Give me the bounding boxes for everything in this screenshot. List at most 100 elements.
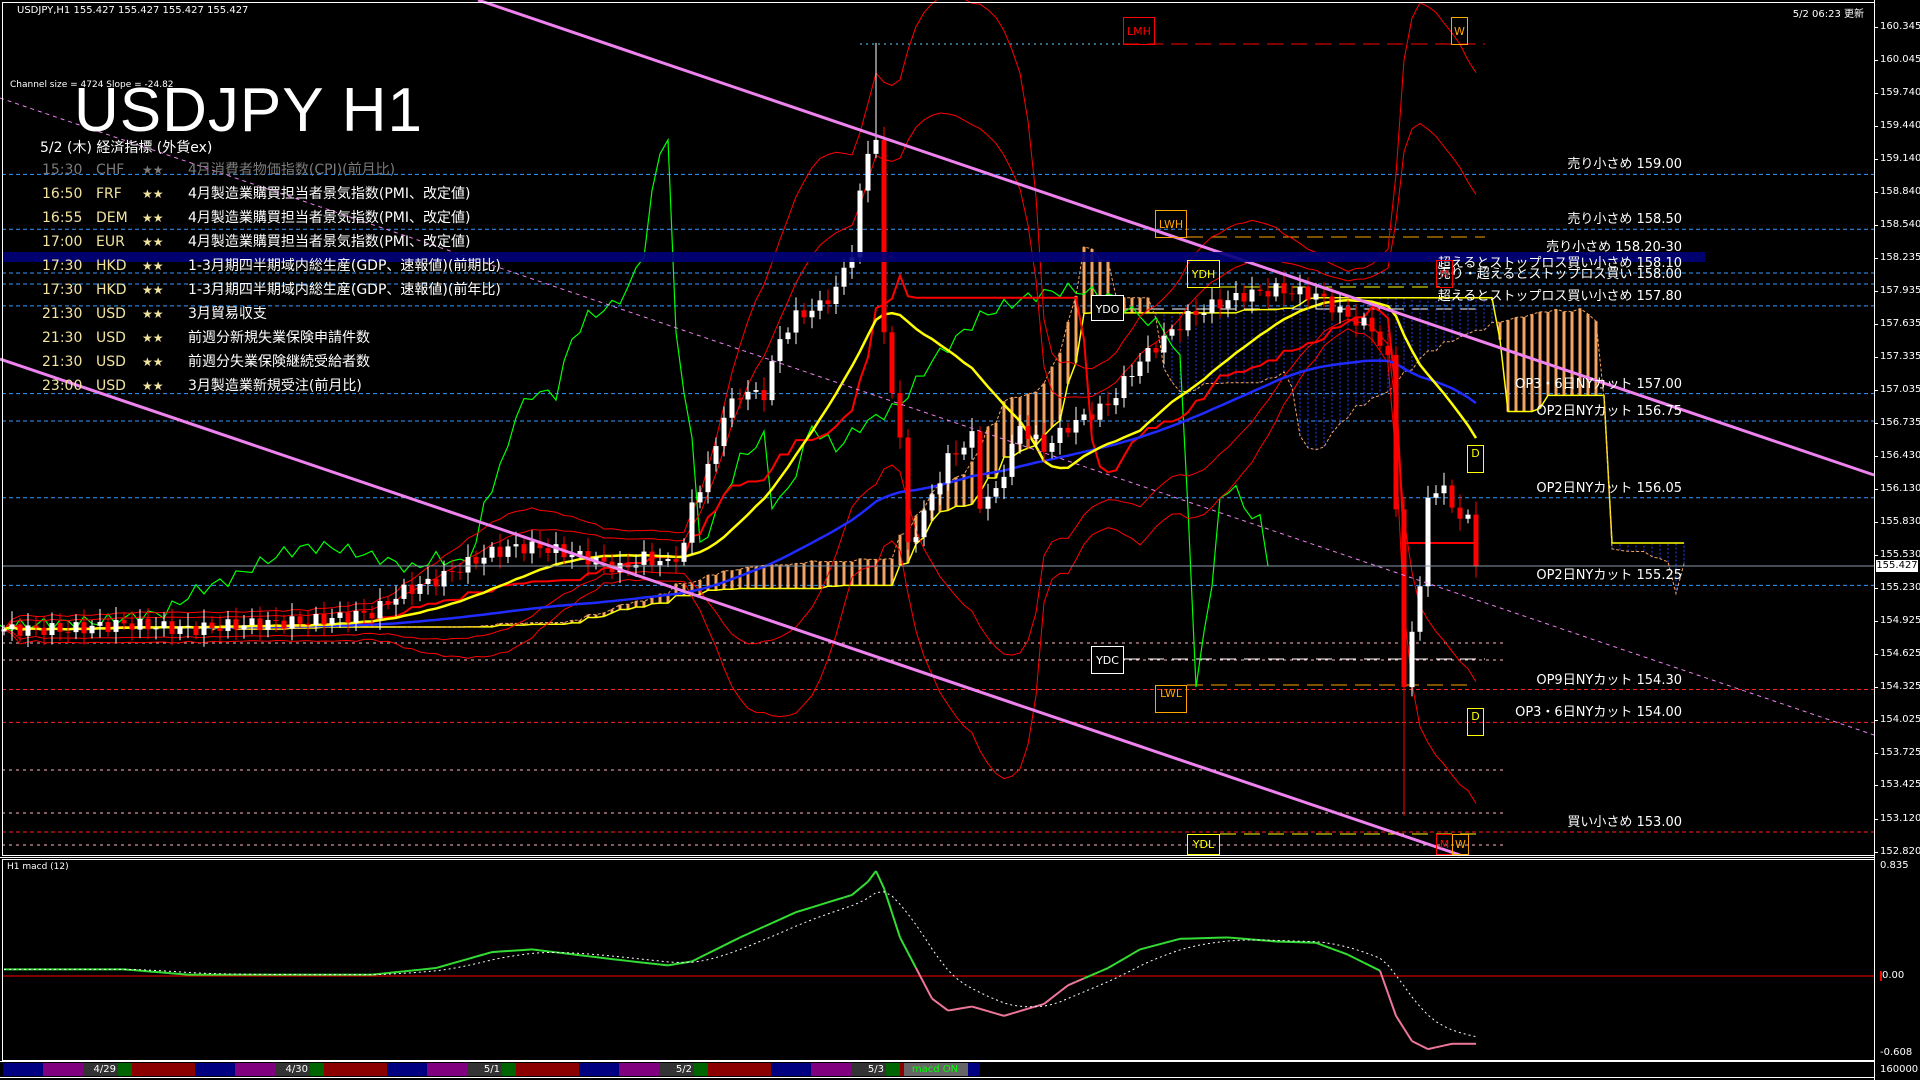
symbol-ohlc: USDJPY,H1 155.427 155.427 155.427 155.42… <box>17 5 248 16</box>
session-segment <box>195 1063 235 1076</box>
events-subtitle: 5/2 (木) 経済指標 (外貨ex) <box>40 137 212 157</box>
price-tick-label: 155.230 <box>1880 583 1920 593</box>
axis-tick-mark <box>1874 357 1878 358</box>
price-tick-label: 159.440 <box>1880 121 1920 131</box>
order-level-label: 売り小さめ 158.50 <box>1567 213 1682 227</box>
price-tick-label: 156.430 <box>1880 451 1920 461</box>
axis-tick-mark <box>1874 522 1878 523</box>
session-segment <box>502 1063 516 1076</box>
price-tick-label: 160.045 <box>1880 55 1920 65</box>
event-importance-stars: ★★ <box>142 160 164 180</box>
session-segment <box>3 1063 43 1076</box>
axis-tick-mark <box>1874 753 1878 754</box>
session-segment <box>427 1063 467 1076</box>
price-tick-label: 153.725 <box>1880 748 1920 758</box>
event-currency: USD <box>96 352 126 372</box>
session-segment <box>619 1063 659 1076</box>
event-currency: HKD <box>96 280 127 300</box>
price-tick-label: 156.130 <box>1880 484 1920 494</box>
axis-tick-mark <box>1874 126 1878 127</box>
price-tick-label: 159.140 <box>1880 154 1920 164</box>
session-segment <box>387 1063 427 1076</box>
price-tick-label: 157.035 <box>1880 385 1920 395</box>
session-segment <box>132 1063 195 1076</box>
macd-tick-zero: 0.00 <box>1880 971 1904 981</box>
session-segment <box>310 1063 324 1076</box>
marker-ydo: YDO <box>1091 295 1124 321</box>
price-tick-label: 158.235 <box>1880 253 1920 263</box>
session-segment <box>886 1063 900 1076</box>
order-level-label: 買い小さめ 153.00 <box>1567 816 1682 830</box>
event-currency: HKD <box>96 256 127 276</box>
event-currency: FRF <box>96 184 122 204</box>
session-date: 4/30 <box>275 1063 310 1076</box>
price-tick-label: 154.925 <box>1880 616 1920 626</box>
event-importance-stars: ★★ <box>142 352 164 372</box>
price-tick-label: 154.325 <box>1880 682 1920 692</box>
session-segment <box>579 1063 619 1076</box>
event-title: 4月製造業購買担当者景気指数(PMI、改定値) <box>188 232 470 252</box>
axis-tick-mark <box>1874 588 1878 589</box>
price-tick-label: 154.025 <box>1880 715 1920 725</box>
axis-tick-mark <box>1874 390 1878 391</box>
event-importance-stars: ★★ <box>142 328 164 348</box>
event-time: 17:00 <box>42 232 82 252</box>
event-currency: USD <box>96 376 126 396</box>
marker-ydh: YDH <box>1187 260 1220 288</box>
event-importance-stars: ★★ <box>142 280 164 300</box>
volume-scale-label: 160000 <box>1880 1065 1918 1075</box>
session-segment <box>968 1063 980 1076</box>
price-tick-label: 159.740 <box>1880 88 1920 98</box>
session-segment <box>771 1063 811 1076</box>
event-title: 3月貿易収支 <box>188 304 267 324</box>
order-level-label: 売り・超えるとストップロス買い 158.00 <box>1438 268 1682 282</box>
price-tick-label: 157.335 <box>1880 352 1920 362</box>
price-tick-label: 153.120 <box>1880 814 1920 824</box>
event-importance-stars: ★★ <box>142 256 164 276</box>
price-tick-label: 153.425 <box>1880 780 1920 790</box>
event-time: 21:30 <box>42 304 82 324</box>
marker-lmh: LMH <box>1123 17 1155 45</box>
big-title: USDJPY H1 <box>74 80 423 142</box>
event-time: 21:30 <box>42 328 82 348</box>
price-tick-label: 158.540 <box>1880 220 1920 230</box>
order-level-label: OP3・6日NYカット 157.00 <box>1515 378 1682 392</box>
session-date: 5/3 <box>851 1063 886 1076</box>
order-level-label: OP9日NYカット 154.30 <box>1536 674 1682 688</box>
event-title: 前週分新規失業保険申請件数 <box>188 328 370 348</box>
event-title: 4月製造業購買担当者景気指数(PMI、改定値) <box>188 208 470 228</box>
panel-divider[interactable] <box>0 857 1874 858</box>
marker-w-bottom: W <box>1452 834 1469 855</box>
marker-m-mid: M <box>1436 260 1453 288</box>
marker-w-top: W <box>1451 17 1468 45</box>
axis-tick-mark <box>1874 258 1878 259</box>
price-tick-label: 154.625 <box>1880 649 1920 659</box>
macd-toggle-button[interactable]: macd ON <box>904 1063 968 1076</box>
event-importance-stars: ★★ <box>142 304 164 324</box>
axis-tick-mark <box>1874 819 1878 820</box>
session-segment <box>235 1063 275 1076</box>
price-tick-label: 158.840 <box>1880 187 1920 197</box>
current-price-label: 155.427 <box>1876 560 1918 572</box>
session-bar-top-border <box>0 1061 1874 1062</box>
update-time: 5/2 06:23 更新 <box>1793 5 1864 20</box>
order-level-label: OP2日NYカット 155.25 <box>1536 569 1682 583</box>
event-currency: USD <box>96 304 126 324</box>
order-level-label: OP2日NYカット 156.05 <box>1536 482 1682 496</box>
event-currency: EUR <box>96 232 125 252</box>
order-level-label: 売り小さめ 158.20-30 <box>1546 241 1682 255</box>
macd-tick-bottom: -0.608 <box>1880 1048 1912 1058</box>
order-level-label: OP3・6日NYカット 154.00 <box>1515 706 1682 720</box>
event-title: 3月製造業新規受注(前月比) <box>188 376 362 396</box>
axis-tick-mark <box>1874 489 1878 490</box>
marker-ydl: YDL <box>1187 834 1220 855</box>
axis-tick-mark <box>1874 785 1878 786</box>
session-segment <box>43 1063 83 1076</box>
axis-tick-mark <box>1874 555 1878 556</box>
axis-tick-mark <box>1874 324 1878 325</box>
session-date: 5/2 <box>659 1063 694 1076</box>
session-segment <box>516 1063 579 1076</box>
axis-tick-mark <box>1874 60 1878 61</box>
axis-tick-mark <box>1874 621 1878 622</box>
price-tick-label: 155.530 <box>1880 550 1920 560</box>
